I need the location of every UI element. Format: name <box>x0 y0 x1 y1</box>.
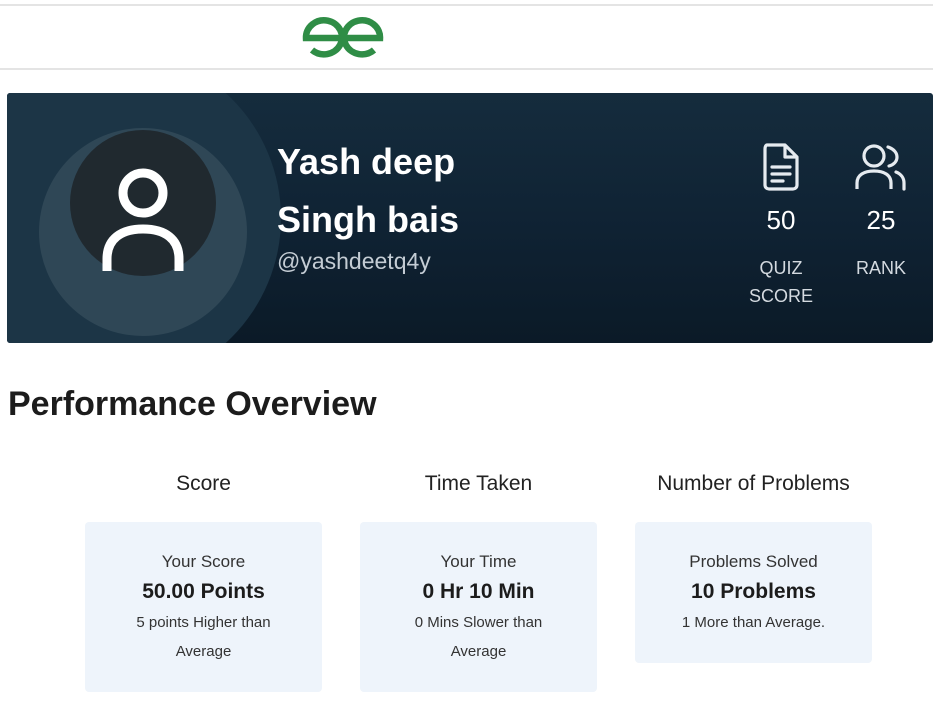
time-card-label: Your Time <box>440 552 517 571</box>
user-avatar-icon <box>102 168 184 271</box>
problems-card-note: 1 More than Average. <box>681 614 826 631</box>
score-card-label: Your Score <box>161 552 246 571</box>
score-card-value: 50.00 Points <box>142 580 265 603</box>
profile-name: Yash deep Singh bais <box>277 141 460 240</box>
score-heading: Score <box>176 472 231 495</box>
problems-card-label: Problems Solved <box>689 552 818 571</box>
rank-value: 25 <box>866 205 896 235</box>
time-card-value: 0 Hr 10 Min <box>422 580 535 603</box>
problems-column: Number of Problems Problems Solved 10 Pr… <box>635 472 872 663</box>
users-icon <box>855 144 906 191</box>
time-column: Time Taken Your Time 0 Hr 10 Min 0 Mins … <box>360 472 597 692</box>
score-card-note: 5 points Higher than Average <box>136 614 271 660</box>
time-card-note: 0 Mins Slower than Average <box>414 614 543 660</box>
top-navbar <box>0 4 933 70</box>
profile-username: @yashdeetq4y <box>277 248 431 274</box>
quiz-score-value: 50 <box>766 205 796 235</box>
problems-card-value: 10 Problems <box>691 580 816 603</box>
document-icon <box>763 143 799 191</box>
time-card: Your Time 0 Hr 10 Min 0 Mins Slower than… <box>360 522 597 692</box>
score-column: Score Your Score 50.00 Points 5 points H… <box>85 472 322 692</box>
score-card: Your Score 50.00 Points 5 points Higher … <box>85 522 322 692</box>
problems-heading: Number of Problems <box>657 472 850 495</box>
quiz-score-stat: 50 QUIZ SCORE <box>726 141 836 310</box>
geeksforgeeks-logo-icon[interactable] <box>300 14 386 62</box>
performance-overview-title: Performance Overview <box>8 385 377 423</box>
quiz-score-label: QUIZ SCORE <box>748 258 813 306</box>
rank-label: RANK <box>855 258 906 278</box>
time-heading: Time Taken <box>424 472 533 495</box>
rank-stat: 25 RANK <box>826 141 933 282</box>
profile-banner: Yash deep Singh bais @yashdeetq4y 50 QUI… <box>7 93 933 343</box>
problems-card: Problems Solved 10 Problems 1 More than … <box>635 522 872 663</box>
